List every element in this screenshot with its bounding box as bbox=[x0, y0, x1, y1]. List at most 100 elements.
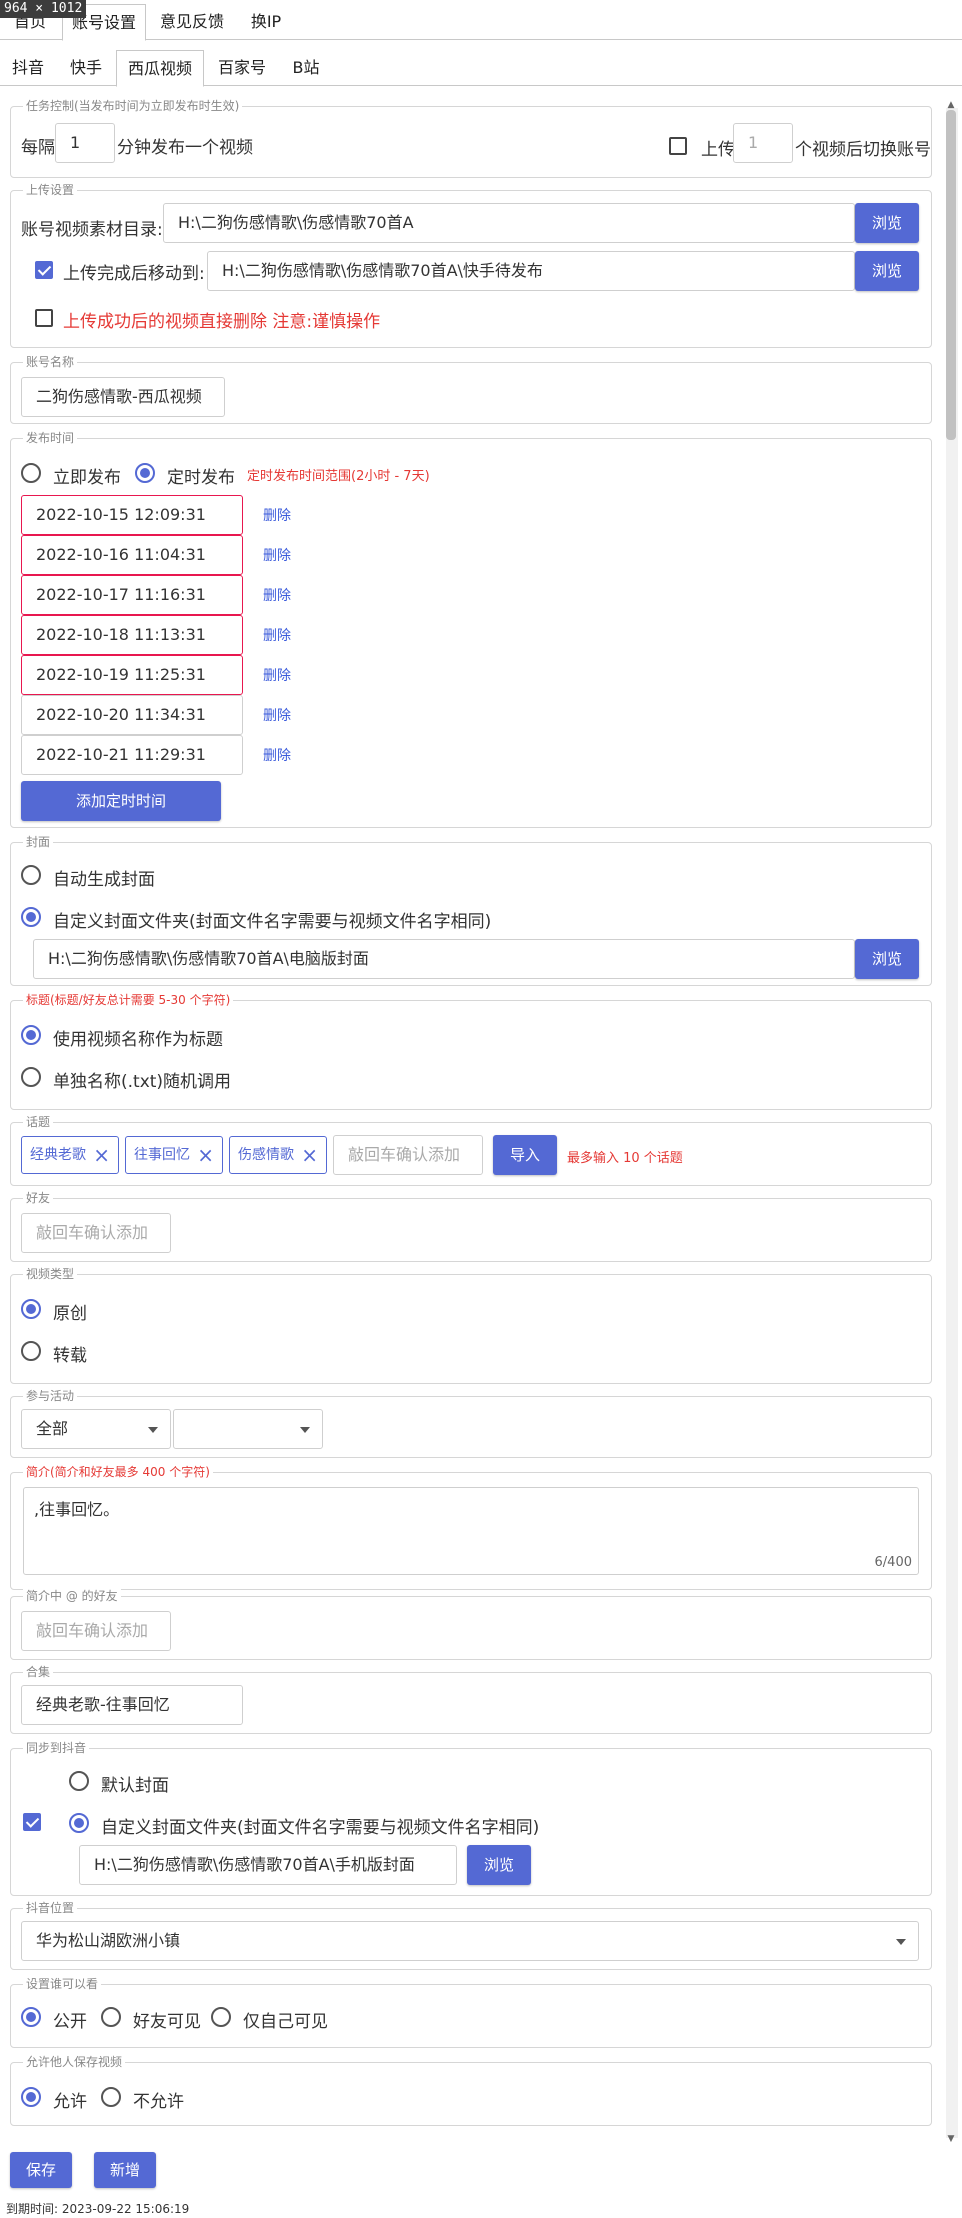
publish-time-section: 发布时间 立即发布 定时发布 定时发布时间范围(2小时 - 7天) 2022-1… bbox=[10, 431, 932, 828]
account-name-input[interactable]: 二狗伤感情歌-西瓜视频 bbox=[21, 377, 225, 417]
delete-time-link[interactable]: 删除 bbox=[263, 505, 291, 525]
scroll-up-arrow-icon[interactable]: ▲ bbox=[946, 100, 956, 110]
account-name-section: 账号名称 二狗伤感情歌-西瓜视频 bbox=[10, 355, 932, 424]
intro-textarea[interactable]: ,往事回忆。 6/400 bbox=[23, 1487, 919, 1575]
visibility-public-radio[interactable] bbox=[21, 2007, 41, 2027]
delete-after-upload-checkbox[interactable] bbox=[35, 309, 53, 327]
intro-section: 简介(简介和好友最多 400 个字符) ,往事回忆。 6/400 bbox=[10, 1465, 932, 1590]
topics-legend: 话题 bbox=[23, 1115, 54, 1129]
browse-cover-button[interactable]: 浏览 bbox=[855, 939, 919, 979]
intro-char-counter: 6/400 bbox=[874, 1555, 912, 1570]
topic-tag-label: 伤感情歌 bbox=[238, 1147, 294, 1163]
title-legend: 标题(标题/好友总计需要 5-30 个字符) bbox=[23, 993, 234, 1007]
platform-tab-bar: 抖音 快手 西瓜视频 百家号 B站 bbox=[0, 50, 962, 87]
cover-auto-radio[interactable] bbox=[21, 865, 41, 885]
tab-kuaishou[interactable]: 快手 bbox=[58, 50, 114, 86]
delete-time-link[interactable]: 删除 bbox=[263, 585, 291, 605]
scroll-down-arrow-icon[interactable]: ▼ bbox=[946, 2134, 956, 2144]
schedule-time-input[interactable]: 2022-10-15 12:09:31 bbox=[21, 495, 243, 535]
delete-time-link[interactable]: 删除 bbox=[263, 745, 291, 765]
switch-count-input[interactable]: 1 bbox=[733, 123, 793, 163]
title-from-video-radio[interactable] bbox=[21, 1025, 41, 1045]
topic-input[interactable]: 敲回车确认添加 bbox=[333, 1135, 483, 1175]
schedule-time-input[interactable]: 2022-10-21 11:29:31 bbox=[21, 735, 243, 775]
cover-custom-radio[interactable] bbox=[21, 907, 41, 927]
tab-bilibili[interactable]: B站 bbox=[280, 50, 332, 86]
topics-section: 话题 经典老歌 × 往事回忆 × 伤感情歌 × 敲回车确认添加 导入 最多输入 10 … bbox=[10, 1115, 932, 1186]
douyin-location-select[interactable]: 华为松山湖欧洲小镇 bbox=[21, 1921, 919, 1961]
video-type-section: 视频类型 原创 转载 bbox=[10, 1267, 932, 1384]
sync-cover-path-input[interactable]: H:\二狗伤感情歌\伤感情歌70首A\手机版封面 bbox=[79, 1845, 457, 1885]
upload-settings-legend: 上传设置 bbox=[23, 183, 78, 197]
delete-time-link[interactable]: 删除 bbox=[263, 705, 291, 725]
upload-settings-section: 上传设置 账号视频素材目录: H:\二狗伤感情歌\伤感情歌70首A 浏览 上传完… bbox=[10, 183, 932, 348]
tab-change-ip[interactable]: 换IP bbox=[238, 4, 294, 40]
video-type-repost-radio[interactable] bbox=[21, 1341, 41, 1361]
topic-tag: 往事回忆 × bbox=[125, 1136, 223, 1174]
delete-time-link[interactable]: 删除 bbox=[263, 545, 291, 565]
douyin-location-value: 华为松山湖欧洲小镇 bbox=[36, 1931, 181, 1950]
activity-select-primary[interactable]: 全部 bbox=[21, 1409, 171, 1449]
schedule-time-input[interactable]: 2022-10-18 11:13:31 bbox=[21, 615, 243, 655]
visibility-private-radio[interactable] bbox=[211, 2007, 231, 2027]
browse-source-button[interactable]: 浏览 bbox=[855, 203, 919, 243]
sync-default-cover-radio[interactable] bbox=[69, 1771, 89, 1791]
title-from-video-label: 使用视频名称作为标题 bbox=[53, 1030, 223, 1050]
remove-topic-icon[interactable]: × bbox=[301, 1137, 318, 1173]
tab-douyin[interactable]: 抖音 bbox=[0, 50, 56, 86]
browse-dest-button[interactable]: 浏览 bbox=[855, 251, 919, 291]
tab-feedback[interactable]: 意见反馈 bbox=[150, 4, 234, 40]
allow-save-radio[interactable] bbox=[21, 2087, 41, 2107]
visibility-public-label: 公开 bbox=[53, 2012, 87, 2032]
cover-custom-label: 自定义封面文件夹(封面文件名字需要与视频文件名字相同) bbox=[53, 912, 492, 932]
douyin-location-legend: 抖音位置 bbox=[23, 1901, 78, 1915]
collection-section: 合集 经典老歌-往事回忆 bbox=[10, 1665, 932, 1734]
task-control-legend: 任务控制(当发布时间为立即发布时生效) bbox=[23, 99, 243, 113]
intro-friends-input[interactable]: 敲回车确认添加 bbox=[21, 1611, 171, 1651]
schedule-time-input[interactable]: 2022-10-17 11:16:31 bbox=[21, 575, 243, 615]
allow-save-section: 允许他人保存视频 允许 不允许 bbox=[10, 2055, 932, 2126]
schedule-time-input[interactable]: 2022-10-16 11:04:31 bbox=[21, 535, 243, 575]
collection-input[interactable]: 经典老歌-往事回忆 bbox=[21, 1685, 243, 1725]
activity-section: 参与活动 全部 bbox=[10, 1389, 932, 1458]
switch-account-checkbox[interactable] bbox=[669, 137, 687, 155]
deny-save-radio[interactable] bbox=[101, 2087, 121, 2107]
delete-time-link[interactable]: 删除 bbox=[263, 625, 291, 645]
publish-immediate-radio[interactable] bbox=[21, 463, 41, 483]
browse-sync-cover-button[interactable]: 浏览 bbox=[467, 1845, 531, 1885]
delete-time-link[interactable]: 删除 bbox=[263, 665, 291, 685]
save-button[interactable]: 保存 bbox=[10, 2152, 72, 2188]
visibility-section: 设置谁可以看 公开 好友可见 仅自己可见 bbox=[10, 1977, 932, 2048]
sync-douyin-checkbox[interactable] bbox=[23, 1813, 41, 1831]
remove-topic-icon[interactable]: × bbox=[93, 1137, 110, 1173]
import-topics-button[interactable]: 导入 bbox=[493, 1135, 557, 1175]
title-from-txt-radio[interactable] bbox=[21, 1067, 41, 1087]
publish-scheduled-radio[interactable] bbox=[135, 463, 155, 483]
allow-save-legend: 允许他人保存视频 bbox=[23, 2055, 126, 2069]
activity-select-secondary[interactable] bbox=[173, 1409, 323, 1449]
source-dir-label: 账号视频素材目录: bbox=[21, 220, 163, 240]
visibility-legend: 设置谁可以看 bbox=[23, 1977, 102, 1991]
schedule-time-input[interactable]: 2022-10-19 11:25:31 bbox=[21, 655, 243, 695]
scrollbar-thumb[interactable] bbox=[946, 110, 956, 440]
video-type-original-radio[interactable] bbox=[21, 1299, 41, 1319]
sync-custom-cover-radio[interactable] bbox=[69, 1813, 89, 1833]
topics-limit-hint: 最多输入 10 个话题 bbox=[567, 1151, 683, 1166]
move-dest-input[interactable]: H:\二狗伤感情歌\伤感情歌70首A\快手待发布 bbox=[207, 251, 855, 291]
tab-xigua[interactable]: 西瓜视频 bbox=[116, 50, 204, 87]
friends-input[interactable]: 敲回车确认添加 bbox=[21, 1213, 171, 1253]
add-schedule-time-button[interactable]: 添加定时时间 bbox=[21, 781, 221, 821]
tab-baijiahao[interactable]: 百家号 bbox=[206, 50, 278, 86]
move-after-upload-label: 上传完成后移动到: bbox=[63, 264, 205, 284]
cover-path-input[interactable]: H:\二狗伤感情歌\伤感情歌70首A\电脑版封面 bbox=[33, 939, 855, 979]
switch-suffix-label: 个视频后切换账号 bbox=[795, 140, 931, 160]
interval-input[interactable]: 1 bbox=[55, 123, 115, 163]
move-after-upload-checkbox[interactable] bbox=[35, 261, 53, 279]
publish-time-legend: 发布时间 bbox=[23, 431, 78, 445]
schedule-time-input[interactable]: 2022-10-20 11:34:31 bbox=[21, 695, 243, 735]
intro-friends-section: 简介中 @ 的好友 敲回车确认添加 bbox=[10, 1589, 932, 1660]
new-button[interactable]: 新增 bbox=[94, 2152, 156, 2188]
remove-topic-icon[interactable]: × bbox=[197, 1137, 214, 1173]
visibility-friends-radio[interactable] bbox=[101, 2007, 121, 2027]
source-dir-input[interactable]: H:\二狗伤感情歌\伤感情歌70首A bbox=[163, 203, 855, 243]
